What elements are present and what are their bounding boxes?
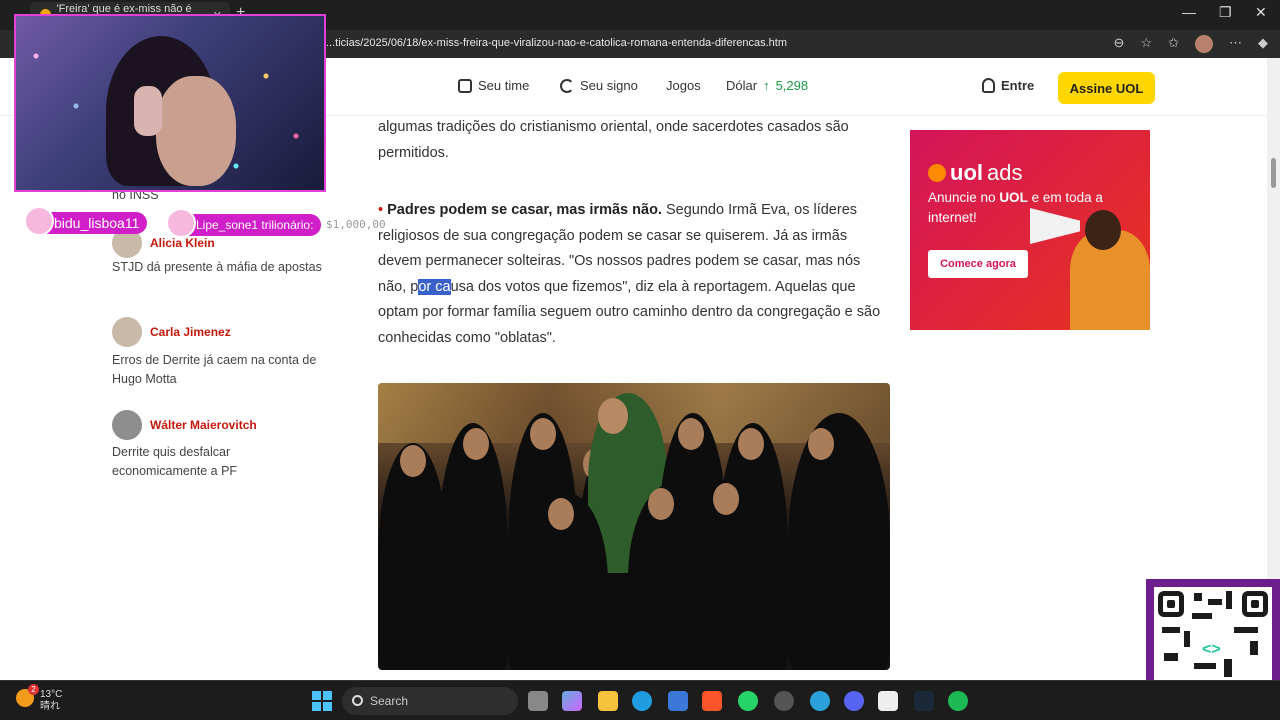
ad-illustration-head [1085, 210, 1121, 250]
screen: 'Freira' que é ex-miss não é catól... ✕ … [0, 0, 1280, 720]
address-bar-icons: ⊖ ☆ ✩ ⋯ ◆ [1114, 35, 1268, 53]
search-label: Search [370, 694, 409, 708]
ad-copy: Anuncie no UOL e em toda a internet! [928, 188, 1108, 228]
article-photo [378, 383, 890, 670]
copilot-icon[interactable]: ◆ [1258, 35, 1268, 53]
minimize-icon[interactable]: — [1182, 4, 1196, 20]
columnist-walter[interactable]: Wálter Maierovitch [112, 410, 257, 440]
weather-condition: 晴れ [40, 701, 60, 712]
ad-brand-bold: uol [950, 160, 983, 185]
profile-avatar-icon[interactable] [1195, 35, 1213, 53]
arrow-up-icon: ↑ [763, 78, 770, 93]
chat-username: bidu_lisboa11 [54, 215, 140, 231]
uol-ads-banner[interactable]: uol ads Anuncie no UOL e em toda a inter… [910, 130, 1150, 330]
steam-icon[interactable] [914, 691, 934, 711]
ad-copy-bold: UOL [999, 190, 1028, 205]
uol-logo-icon [928, 164, 946, 182]
spotify-icon[interactable] [948, 691, 968, 711]
chat-message-tail: $1,000,00 [326, 218, 386, 231]
qr-finder [1158, 591, 1184, 617]
shield-icon [458, 78, 472, 93]
chat-avatar-icon [166, 208, 196, 238]
moon-icon [560, 78, 574, 93]
chat-message-user: Lipe_sone1 trilionário: [196, 218, 314, 232]
ad-cta-button[interactable]: Comece agora [928, 250, 1028, 278]
dolar-value: 5,298 [775, 78, 809, 93]
dolar-label: Dólar [726, 78, 758, 93]
weather-widget[interactable]: 2 13°C 晴れ [16, 684, 63, 713]
file-explorer-icon[interactable] [598, 691, 618, 711]
user-icon [982, 78, 995, 93]
maximize-icon[interactable]: ❐ [1219, 4, 1232, 21]
nav-dolar[interactable]: Dólar ↑ 5,298 [726, 78, 808, 93]
article-paragraph-bullet: • Padres podem se casar, mas irmãs não. … [378, 198, 890, 351]
columnist-carla[interactable]: Carla Jimenez [112, 317, 231, 347]
qr-finder [1242, 591, 1268, 617]
nav-seu-signo-label: Seu signo [580, 78, 638, 93]
chat-user-badge: bidu_lisboa11 [24, 206, 148, 236]
headphones-icon [134, 86, 162, 136]
columnist-snippet[interactable]: STJD dá presente à máfia de apostas [112, 258, 322, 277]
login-label: Entre [1001, 78, 1035, 93]
scrollbar-thumb[interactable] [1271, 158, 1276, 188]
more-menu-icon[interactable]: ⋯ [1229, 35, 1242, 53]
columnist-name: Carla Jimenez [150, 325, 231, 339]
favorite-star-icon[interactable]: ☆ [1140, 35, 1152, 53]
windows-taskbar: 2 13°C 晴れ Search [0, 680, 1280, 720]
login-link[interactable]: Entre [982, 78, 1034, 93]
favorites-icon[interactable]: ✩ [1168, 35, 1179, 53]
close-window-icon[interactable]: ✕ [1255, 4, 1267, 21]
nav-jogos[interactable]: Jogos [666, 78, 701, 93]
columnist-name: Wálter Maierovitch [150, 418, 257, 432]
ad-brand: uol ads [928, 160, 1022, 186]
obs-icon[interactable] [774, 691, 794, 711]
article-text-b: usa dos votos que fizemos", diz ela à re… [378, 278, 881, 346]
columnist-snippet[interactable]: Derrite quis desfalcar economicamente a … [112, 443, 322, 481]
ms-store-icon[interactable] [668, 691, 688, 711]
chat-message-badge: Lipe_sone1 trilionário: [166, 208, 322, 238]
weather-temp: 13°C [40, 689, 63, 700]
nav-seu-time[interactable]: Seu time [458, 78, 529, 93]
taskbar-search[interactable]: Search [342, 687, 518, 715]
weather-sun-icon: 2 [16, 684, 39, 707]
telegram-icon[interactable] [810, 691, 830, 711]
webcam-overlay [14, 14, 326, 192]
article-bold-lead: Padres podem se casar, mas irmãs não. [387, 202, 662, 218]
reader-icon[interactable]: ⊖ [1114, 35, 1125, 53]
avatar [112, 317, 142, 347]
weather-badge: 2 [28, 684, 39, 695]
copilot-app-icon[interactable] [562, 691, 582, 711]
nav-seu-signo[interactable]: Seu signo [560, 78, 638, 93]
streamer-face [156, 76, 236, 186]
code-arrows-icon: <> [1202, 641, 1221, 658]
avatar [112, 410, 142, 440]
chat-avatar-icon [24, 206, 54, 236]
text-selection: or ca [418, 278, 451, 295]
columnist-name: Alicia Klein [150, 236, 215, 250]
whatsapp-icon[interactable] [738, 691, 758, 711]
article-paragraph: algumas tradições do cristianismo orient… [378, 119, 849, 161]
windows-start-icon[interactable] [312, 691, 332, 711]
nav-jogos-label: Jogos [666, 78, 701, 93]
search-icon [352, 695, 363, 706]
columnist-snippet[interactable]: Erros de Derrite já caem na conta de Hug… [112, 351, 322, 389]
ad-copy-a: Anuncie no [928, 190, 1000, 205]
subscribe-button[interactable]: Assine UOL [1058, 72, 1155, 104]
ad-brand-light: ads [987, 160, 1023, 185]
bullet: • [378, 202, 384, 218]
edge-browser-icon[interactable] [632, 691, 652, 711]
app-icon[interactable] [878, 691, 898, 711]
nav-seu-time-label: Seu time [478, 78, 530, 93]
url-text[interactable]: ...ticias/2025/06/18/ex-miss-freira-que-… [326, 37, 787, 49]
discord-icon[interactable] [844, 691, 864, 711]
brave-browser-icon[interactable] [702, 691, 722, 711]
task-view-icon[interactable] [528, 691, 548, 711]
